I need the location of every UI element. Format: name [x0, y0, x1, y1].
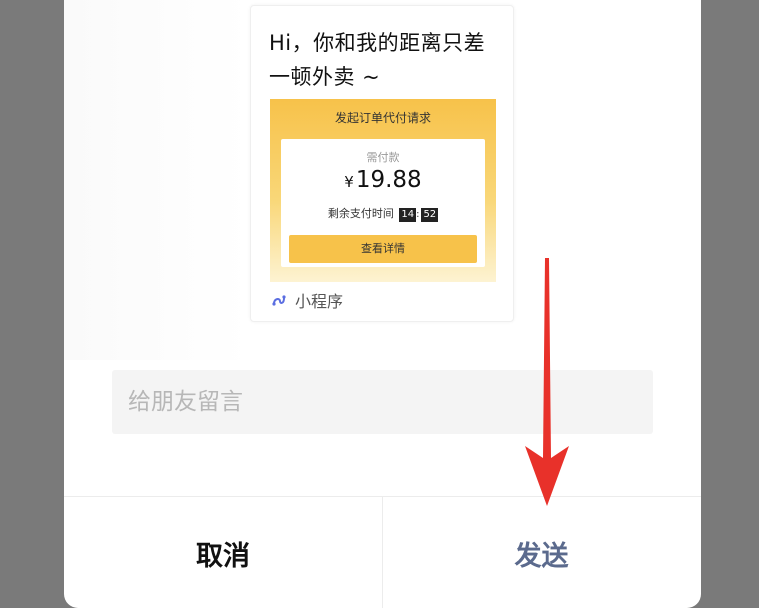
source-label: 小程序 [295, 292, 344, 311]
pay-label: 需付款 [366, 151, 400, 164]
mini-program-icon [272, 295, 286, 306]
cancel-button[interactable]: 取消 [64, 497, 382, 608]
timer-seconds: 52 [421, 208, 439, 222]
order-details: 需付款 ¥19.88 剩余支付时间 14:52 查看详情 [281, 139, 485, 267]
card-title: Hi，你和我的距离只差一顿外卖 ~ [269, 31, 486, 89]
order-header: 发起订单代付请求 [334, 111, 431, 125]
dialog-actions: 取消 发送 [64, 496, 701, 608]
share-dialog: Hi，你和我的距离只差一顿外卖 ~ 发起订单代付请求 需付款 ¥19.88 剩余… [64, 0, 701, 608]
remaining-label: 剩余支付时间 [327, 207, 394, 220]
red-arrow-down-icon [525, 258, 569, 506]
send-button[interactable]: 发送 [382, 497, 700, 608]
remaining-time: 剩余支付时间 14:52 [327, 207, 439, 222]
message-input[interactable] [112, 370, 653, 434]
dialog-background [64, 0, 250, 360]
timer-minutes: 14 [399, 208, 417, 222]
amount: 19.88 [355, 167, 422, 193]
currency-symbol: ¥ [344, 173, 354, 191]
mini-program-card[interactable]: Hi，你和我的距离只差一顿外卖 ~ 发起订单代付请求 需付款 ¥19.88 剩余… [250, 5, 514, 322]
card-source: 小程序 [271, 289, 343, 311]
price: ¥19.88 [281, 167, 485, 193]
view-details-button: 查看详情 [289, 235, 477, 263]
order-panel: 发起订单代付请求 需付款 ¥19.88 剩余支付时间 14:52 查看详情 [270, 99, 496, 282]
